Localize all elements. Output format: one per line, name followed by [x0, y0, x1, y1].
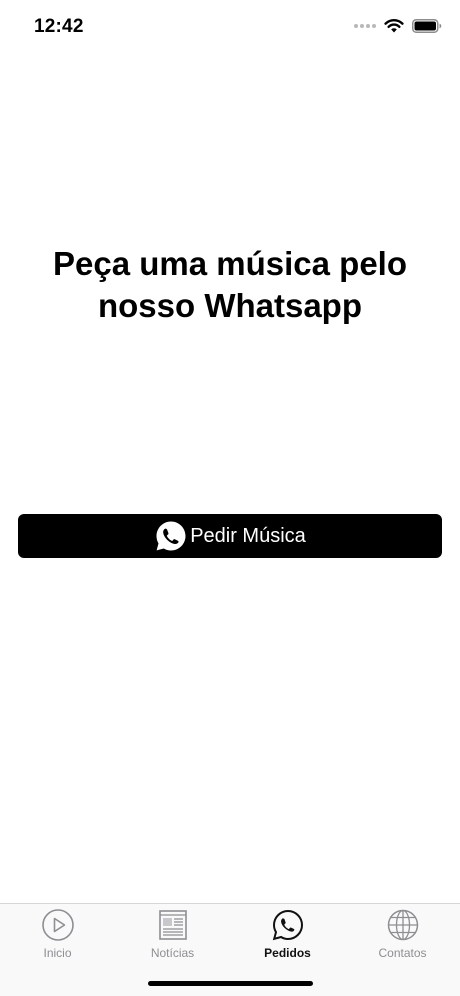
order-music-button-label: Pedir Música [190, 524, 306, 547]
battery-icon [412, 18, 442, 33]
tab-noticias-label: Notícias [150, 946, 195, 960]
headline-line-1: Peça uma música pelo [53, 245, 407, 282]
status-bar: 12:42 [0, 0, 460, 54]
order-music-button[interactable]: Pedir Música [18, 514, 442, 558]
play-circle-icon [41, 909, 74, 941]
whatsapp-icon [156, 521, 186, 551]
signal-dots-icon [354, 23, 376, 28]
status-icons [354, 18, 442, 33]
page-headline: Peça uma música pelo nosso Whatsapp [0, 243, 460, 327]
tab-contatos-label: Contatos [378, 946, 427, 960]
globe-icon [387, 909, 418, 941]
newspaper-icon [158, 910, 187, 940]
headline-line-2: nosso Whatsapp [97, 287, 363, 324]
tab-pedidos[interactable]: Pedidos [230, 908, 345, 960]
tab-inicio-label: Inicio [43, 946, 72, 960]
home-indicator [148, 981, 313, 986]
wifi-icon [384, 19, 404, 33]
tab-noticias[interactable]: Notícias [115, 908, 230, 960]
whatsapp-icon [272, 909, 303, 941]
status-time: 12:42 [34, 16, 84, 37]
tab-pedidos-label: Pedidos [264, 946, 311, 960]
tab-contatos[interactable]: Contatos [345, 908, 460, 960]
tab-inicio[interactable]: Inicio [0, 908, 115, 960]
